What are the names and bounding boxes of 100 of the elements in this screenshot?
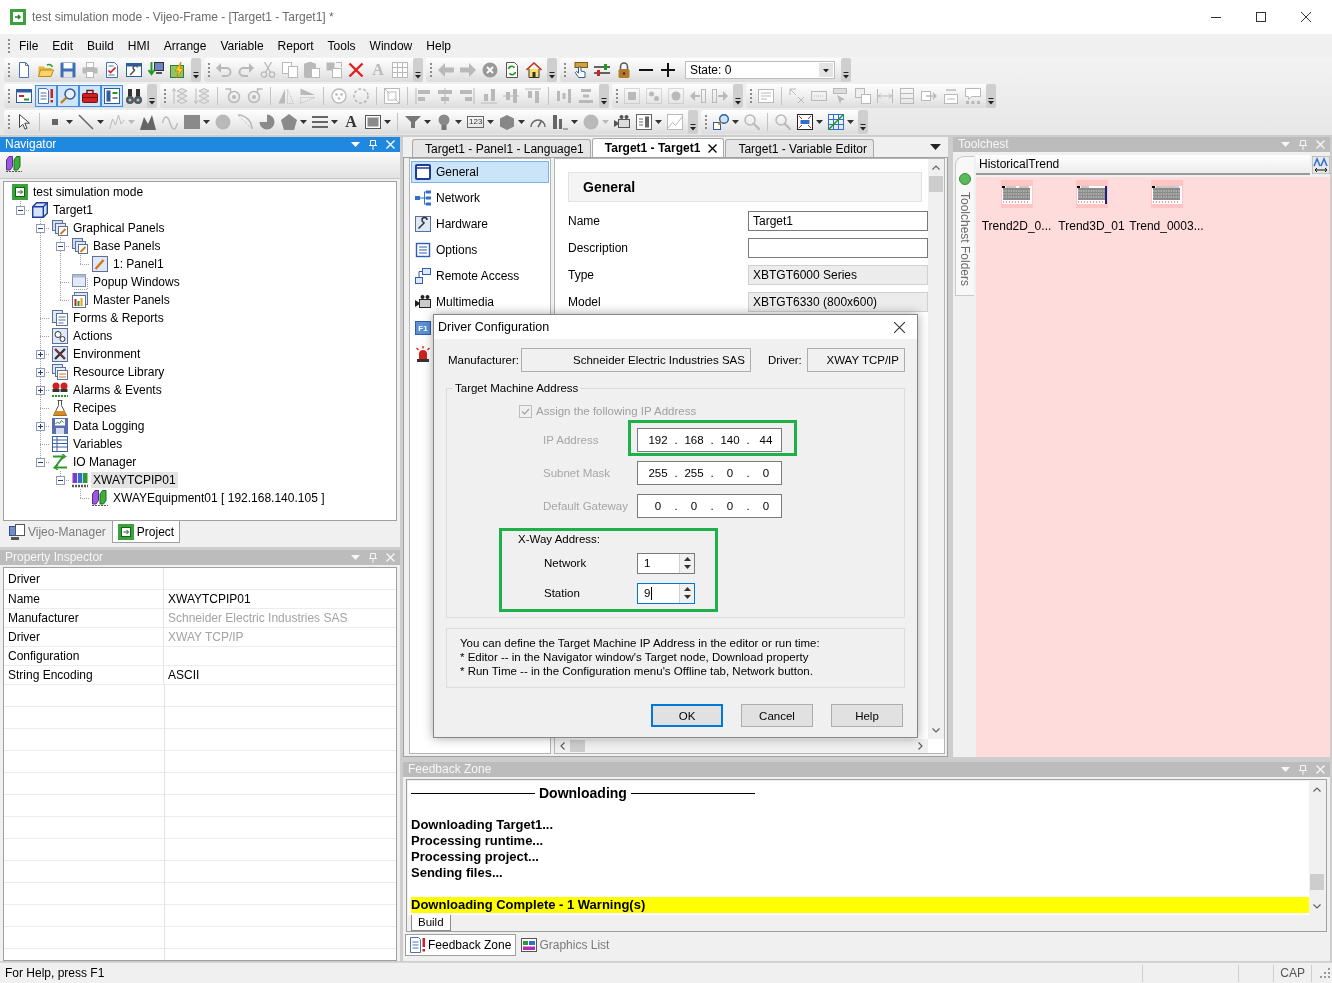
tree-item[interactable]: Master Panels (91, 292, 172, 308)
tree-toggle[interactable] (36, 422, 45, 431)
triangles-arrows-icon[interactable] (1312, 156, 1330, 174)
grid-icon[interactable] (828, 114, 845, 130)
page-alert-icon[interactable] (35, 85, 57, 107)
toolbar-grip[interactable] (749, 88, 753, 104)
bar-meter-icon[interactable] (552, 114, 569, 130)
scrollbar[interactable] (1309, 781, 1325, 915)
dialog-button[interactable]: OK (651, 704, 723, 727)
toolbar-grip[interactable] (563, 62, 567, 78)
table-thumbnail-icon[interactable] (1000, 180, 1033, 208)
lines-icon[interactable] (312, 114, 328, 130)
funnel-icon[interactable] (405, 114, 421, 130)
section-item[interactable]: Options (411, 239, 549, 261)
caret-icon[interactable] (331, 120, 338, 124)
menu-item[interactable]: Report (270, 35, 321, 56)
scroll-up-icon[interactable] (932, 165, 940, 170)
text-field[interactable]: XBTGT6330 (800x600) (748, 292, 928, 312)
document-tab[interactable]: Target1 - Target1 (591, 138, 725, 157)
menu-item[interactable]: Edit (45, 35, 81, 56)
caret-icon[interactable] (819, 63, 833, 77)
tree-item[interactable]: Popup Windows (91, 274, 182, 290)
refresh-icon[interactable] (504, 62, 520, 78)
text-field[interactable]: Target1 (748, 211, 928, 231)
toolbar-grip[interactable] (615, 88, 619, 104)
pie-icon[interactable] (259, 114, 275, 130)
table-thumbnail-icon[interactable] (1075, 180, 1108, 208)
maximize-icon[interactable] (1256, 12, 1266, 22)
camera-icon[interactable] (614, 114, 631, 130)
caret-icon[interactable] (930, 144, 941, 150)
section-item[interactable]: Hardware (411, 213, 549, 235)
tree-item[interactable]: Recipes (71, 400, 119, 416)
panel-tab[interactable]: Graphics List (516, 934, 615, 956)
up-arrow-icon[interactable] (683, 557, 691, 562)
caret-icon[interactable] (733, 84, 743, 108)
state-dropdown[interactable]: State: 0 (685, 61, 835, 79)
dialog-button[interactable]: Cancel (741, 704, 813, 727)
tree-item[interactable]: Resource Library (71, 364, 167, 380)
toolbar-grip[interactable] (7, 114, 11, 130)
caret-icon[interactable] (384, 120, 391, 124)
floppy-icon[interactable] (60, 62, 76, 78)
dialog-button[interactable]: Help (831, 704, 903, 727)
tree-item[interactable]: XWAYTCPIP01 (91, 472, 178, 488)
caret-icon[interactable] (732, 120, 740, 124)
close-icon[interactable] (1301, 12, 1311, 22)
stop-icon[interactable] (482, 62, 498, 78)
menu-item[interactable]: Variable (213, 35, 271, 56)
document-tab[interactable]: Target1 - Variable Editor (725, 139, 874, 157)
scroll-thumb[interactable] (570, 740, 585, 752)
tree-toggle[interactable] (36, 224, 45, 233)
scrollbar[interactable] (555, 739, 928, 753)
down-arrow-icon[interactable] (683, 564, 691, 569)
scroll-thumb[interactable] (929, 176, 943, 192)
delete-icon[interactable] (348, 62, 364, 78)
section-item[interactable]: Remote Access (411, 265, 549, 287)
panel-tab[interactable]: Project (111, 521, 181, 543)
caret-icon[interactable] (487, 120, 495, 124)
pointer-icon[interactable] (16, 114, 32, 130)
toolbar-grip[interactable] (704, 114, 709, 130)
caret-icon[interactable] (191, 58, 201, 82)
tree-toggle[interactable] (36, 458, 45, 467)
caret-icon[interactable] (571, 120, 579, 124)
section-item[interactable]: General (411, 161, 549, 183)
scroll-thumb[interactable] (1310, 874, 1324, 890)
fit-window-icon[interactable] (797, 114, 814, 130)
sliders-icon[interactable] (594, 62, 610, 78)
hand-pointer-icon[interactable] (572, 62, 588, 78)
page-icon[interactable] (16, 62, 32, 78)
plus-icon[interactable] (660, 62, 676, 78)
toolbox-icon[interactable] (79, 85, 101, 107)
close-icon[interactable] (894, 321, 905, 333)
scrollbar[interactable] (928, 159, 944, 739)
magnifier-icon[interactable] (57, 85, 79, 107)
meter-icon[interactable] (636, 114, 653, 130)
menu-item[interactable]: File (12, 35, 46, 56)
lightning-icon[interactable] (170, 62, 186, 78)
caret-icon[interactable] (66, 120, 73, 124)
tree-item[interactable]: Graphical Panels (71, 220, 167, 236)
minimize-icon[interactable] (1211, 16, 1221, 18)
peaks-icon[interactable] (140, 114, 156, 130)
menu-item[interactable]: Arrange (156, 35, 214, 56)
caret-icon[interactable] (97, 120, 104, 124)
tree-item[interactable]: Data Logging (71, 418, 147, 434)
caret-icon[interactable] (455, 120, 462, 124)
tree-item[interactable]: Forms & Reports (71, 310, 166, 326)
window-panel-icon[interactable] (101, 85, 123, 107)
caret-icon[interactable] (203, 120, 210, 124)
tree-item[interactable]: test simulation mode (31, 184, 146, 200)
tree-item[interactable]: Variables (71, 436, 125, 452)
caret-icon[interactable] (599, 84, 609, 108)
caret-icon[interactable] (424, 120, 431, 124)
resize-grip-icon[interactable] (1320, 968, 1330, 978)
log-tab[interactable]: Build (411, 915, 451, 931)
scroll-left-icon[interactable] (560, 742, 565, 750)
text-field[interactable] (748, 238, 928, 258)
spin-box[interactable]: 1 (637, 552, 695, 574)
caret-icon[interactable] (655, 120, 663, 124)
blocks-icon[interactable] (6, 156, 22, 172)
tree-toggle[interactable] (36, 350, 45, 359)
table-thumbnail-icon[interactable] (1150, 180, 1183, 208)
